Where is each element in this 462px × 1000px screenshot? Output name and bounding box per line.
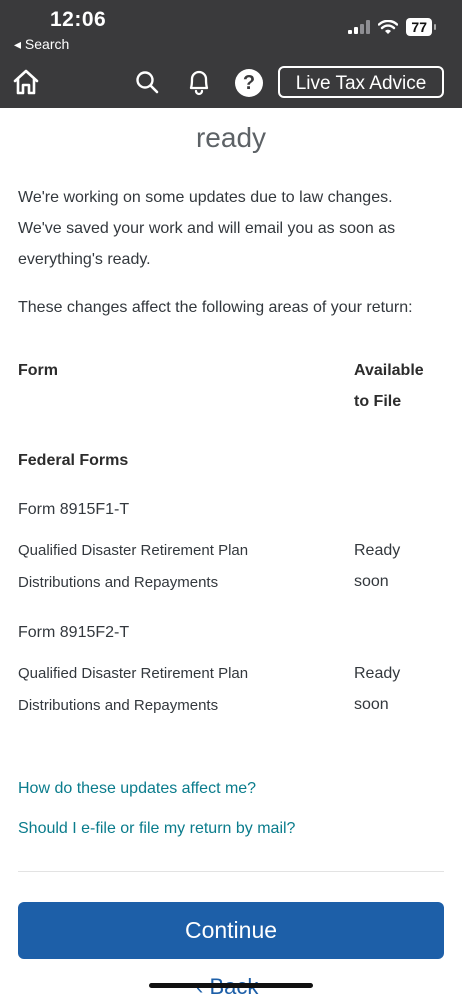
form-name: Form 8915F2-T <box>18 624 130 641</box>
cellular-signal-icon <box>348 20 371 34</box>
status-bar: 12:06 ◂ Search 77 <box>0 0 462 58</box>
form-status-line-2: soon <box>354 573 389 590</box>
column-header-available-line-2: to File <box>354 393 402 410</box>
affected-areas-text: These changes affect the following areas… <box>18 299 413 316</box>
column-header-form: Form <box>18 362 58 379</box>
help-icon[interactable]: ? <box>235 69 263 97</box>
live-tax-advice-button[interactable]: Live Tax Advice <box>278 66 444 98</box>
divider <box>18 871 444 872</box>
search-icon[interactable] <box>134 69 160 95</box>
page-title: ready <box>195 122 267 153</box>
form-description-line-2: Distributions and Repayments <box>18 697 219 714</box>
form-status-line-1: Ready <box>354 665 401 682</box>
intro-line-1: We're working on some updates due to law… <box>18 189 393 206</box>
form-status-line-1: Ready <box>354 542 401 559</box>
form-description-line-1: Qualified Disaster Retirement Plan <box>18 665 249 682</box>
efile-help-link[interactable]: Should I e-file or file my return by mai… <box>18 820 295 838</box>
back-to-search-link[interactable]: ◂ Search <box>14 36 69 53</box>
home-indicator <box>149 983 313 988</box>
status-time: 12:06 <box>50 8 107 31</box>
battery-indicator: 77 <box>406 18 436 36</box>
app-nav-bar: ? Live Tax Advice <box>0 58 462 108</box>
section-federal-forms: Federal Forms <box>18 452 129 469</box>
wifi-icon <box>378 19 399 34</box>
form-status-line-2: soon <box>354 696 389 713</box>
status-indicators: 77 <box>348 18 436 36</box>
form-name: Form 8915F1-T <box>18 501 130 518</box>
updates-help-link[interactable]: How do these updates affect me? <box>18 780 256 798</box>
column-header-available-line-1: Available <box>354 362 424 379</box>
continue-button[interactable]: Continue <box>18 902 444 959</box>
home-icon[interactable] <box>12 68 40 96</box>
intro-line-2: We've saved your work and will email you… <box>18 220 396 237</box>
intro-line-3: everything's ready. <box>18 251 151 268</box>
form-description-line-1: Qualified Disaster Retirement Plan <box>18 542 249 559</box>
bell-icon[interactable] <box>186 68 212 96</box>
form-description-line-2: Distributions and Repayments <box>18 574 219 591</box>
